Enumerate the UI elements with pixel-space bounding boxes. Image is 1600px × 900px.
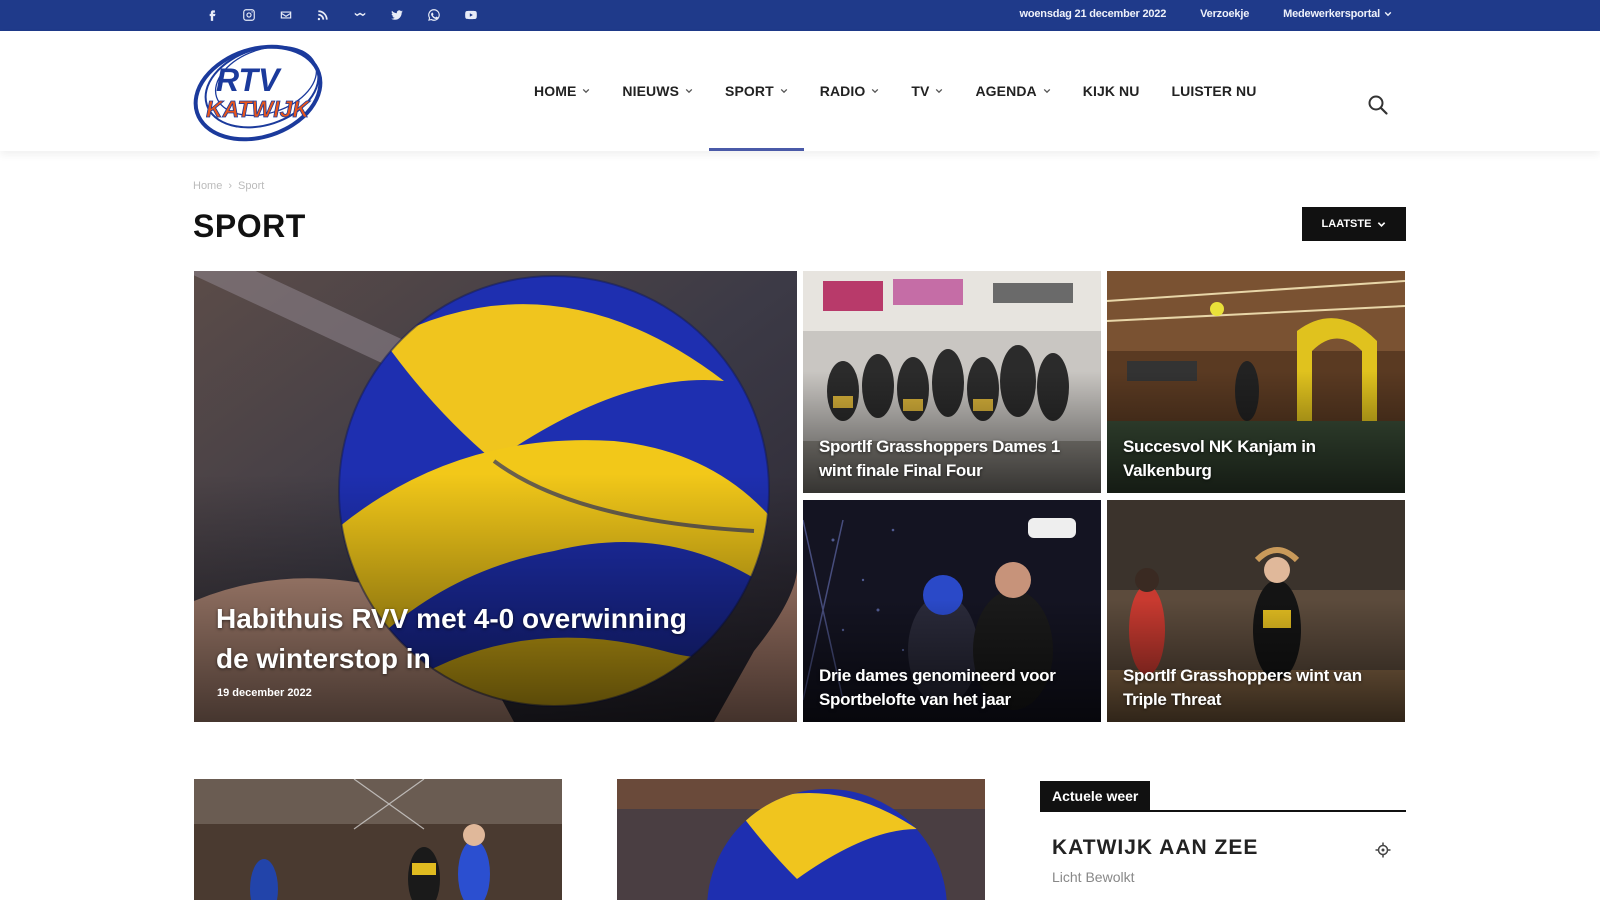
youtube-icon[interactable] [462,6,480,24]
sort-dropdown[interactable]: LAATSTE [1302,207,1406,241]
article-card[interactable] [194,779,562,900]
mail-icon[interactable] [277,6,295,24]
current-date: woensdag 21 december 2022 [1019,8,1167,20]
weather-description: Licht Bewolkt [1052,869,1135,885]
weather-city: KATWIJK AAN ZEE [1052,836,1259,859]
chevron-down-icon [780,88,788,94]
featured-article[interactable]: Succesvol NK Kanjam in Valkenburg [1107,271,1405,493]
breadcrumb-current: Sport [238,180,265,192]
nav-label: SPORT [725,83,774,99]
rtv-katwijk-logo[interactable]: RTV KATWIJK [190,37,330,147]
chevron-down-icon [1384,11,1392,17]
article-title[interactable]: Sportlf Grasshoppers wint van Triple Thr… [1123,664,1393,712]
featured-article[interactable]: Drie dames genomineerd voor Sportbelofte… [803,500,1101,722]
nav-label: AGENDA [975,83,1037,99]
page-title: SPORT [193,208,306,244]
article-title[interactable]: Drie dames genomineerd voor Sportbelofte… [819,664,1089,712]
rss-icon[interactable] [314,6,332,24]
medewerkersportal-link[interactable]: Medewerkersportal [1283,8,1392,20]
article-title[interactable]: Sportlf Grasshoppers Dames 1 wint finale… [819,435,1089,483]
nav-item-luister-nu[interactable]: LUISTER NU [1155,31,1272,151]
chevron-down-icon [1043,88,1051,94]
nav-label: LUISTER NU [1171,83,1257,99]
volleyball-thumbnail [617,779,985,900]
breadcrumb: Home › Sport [193,180,264,192]
location-icon[interactable] [1374,841,1392,859]
article-title[interactable]: Habithuis RVV met 4-0 overwinning de win… [216,599,716,679]
social-links [203,6,480,24]
top-bar: woensdag 21 december 2022 Verzoekje Mede… [0,0,1600,31]
chevron-down-icon [685,88,693,94]
weather-tab: Actuele weer [1040,781,1151,811]
logo-text-rtv: RTV [216,62,282,98]
medewerkersportal-label: Medewerkersportal [1283,8,1380,20]
nav-label: HOME [534,83,577,99]
main-nav: HOME NIEUWS SPORT RADIO TV AGENDA KIJK N… [518,31,1272,151]
nav-item-agenda[interactable]: AGENDA [959,31,1066,151]
chevron-down-icon [583,88,590,94]
instagram-icon[interactable] [240,6,258,24]
facebook-icon[interactable] [203,6,221,24]
basketball-game-photo [194,779,562,900]
logo-text-katwijk: KATWIJK [206,96,310,122]
nav-item-radio[interactable]: RADIO [804,31,896,151]
nav-label: RADIO [819,83,866,99]
chevron-down-icon [936,88,943,94]
breadcrumb-separator: › [228,180,233,192]
verzoekje-label: Verzoekje [1200,8,1250,20]
featured-article[interactable]: Sportlf Grasshoppers Dames 1 wint finale… [803,271,1101,493]
whatsapp-icon[interactable] [425,6,443,24]
site-header: RTV KATWIJK HOME NIEUWS SPORT RADIO TV A… [0,31,1600,151]
article-card[interactable] [617,779,985,900]
chevron-down-icon [1378,221,1386,227]
search-icon[interactable] [1366,93,1390,117]
nav-label: TV [911,83,930,99]
breadcrumb-home[interactable]: Home [193,180,222,192]
verzoekje-link[interactable]: Verzoekje [1200,8,1249,20]
nav-label: NIEUWS [622,83,680,99]
featured-article-main[interactable]: Habithuis RVV met 4-0 overwinning de win… [194,271,797,722]
tiktok-icon[interactable] [351,6,369,24]
sort-label: LAATSTE [1321,218,1372,230]
twitter-icon[interactable] [388,6,406,24]
nav-label: KIJK NU [1082,83,1140,99]
chevron-down-icon [872,88,879,94]
nav-item-tv[interactable]: TV [895,31,959,151]
nav-item-home[interactable]: HOME [518,31,606,151]
article-title[interactable]: Succesvol NK Kanjam in Valkenburg [1123,435,1393,483]
featured-article[interactable]: Sportlf Grasshoppers wint van Triple Thr… [1107,500,1405,722]
nav-item-sport[interactable]: SPORT [709,31,804,151]
nav-item-kijk-nu[interactable]: KIJK NU [1067,31,1156,151]
nav-item-nieuws[interactable]: NIEUWS [606,31,709,151]
weather-divider [1040,810,1406,812]
article-date: 19 december 2022 [217,687,312,699]
top-right-links: woensdag 21 december 2022 Verzoekje Mede… [1020,8,1392,20]
